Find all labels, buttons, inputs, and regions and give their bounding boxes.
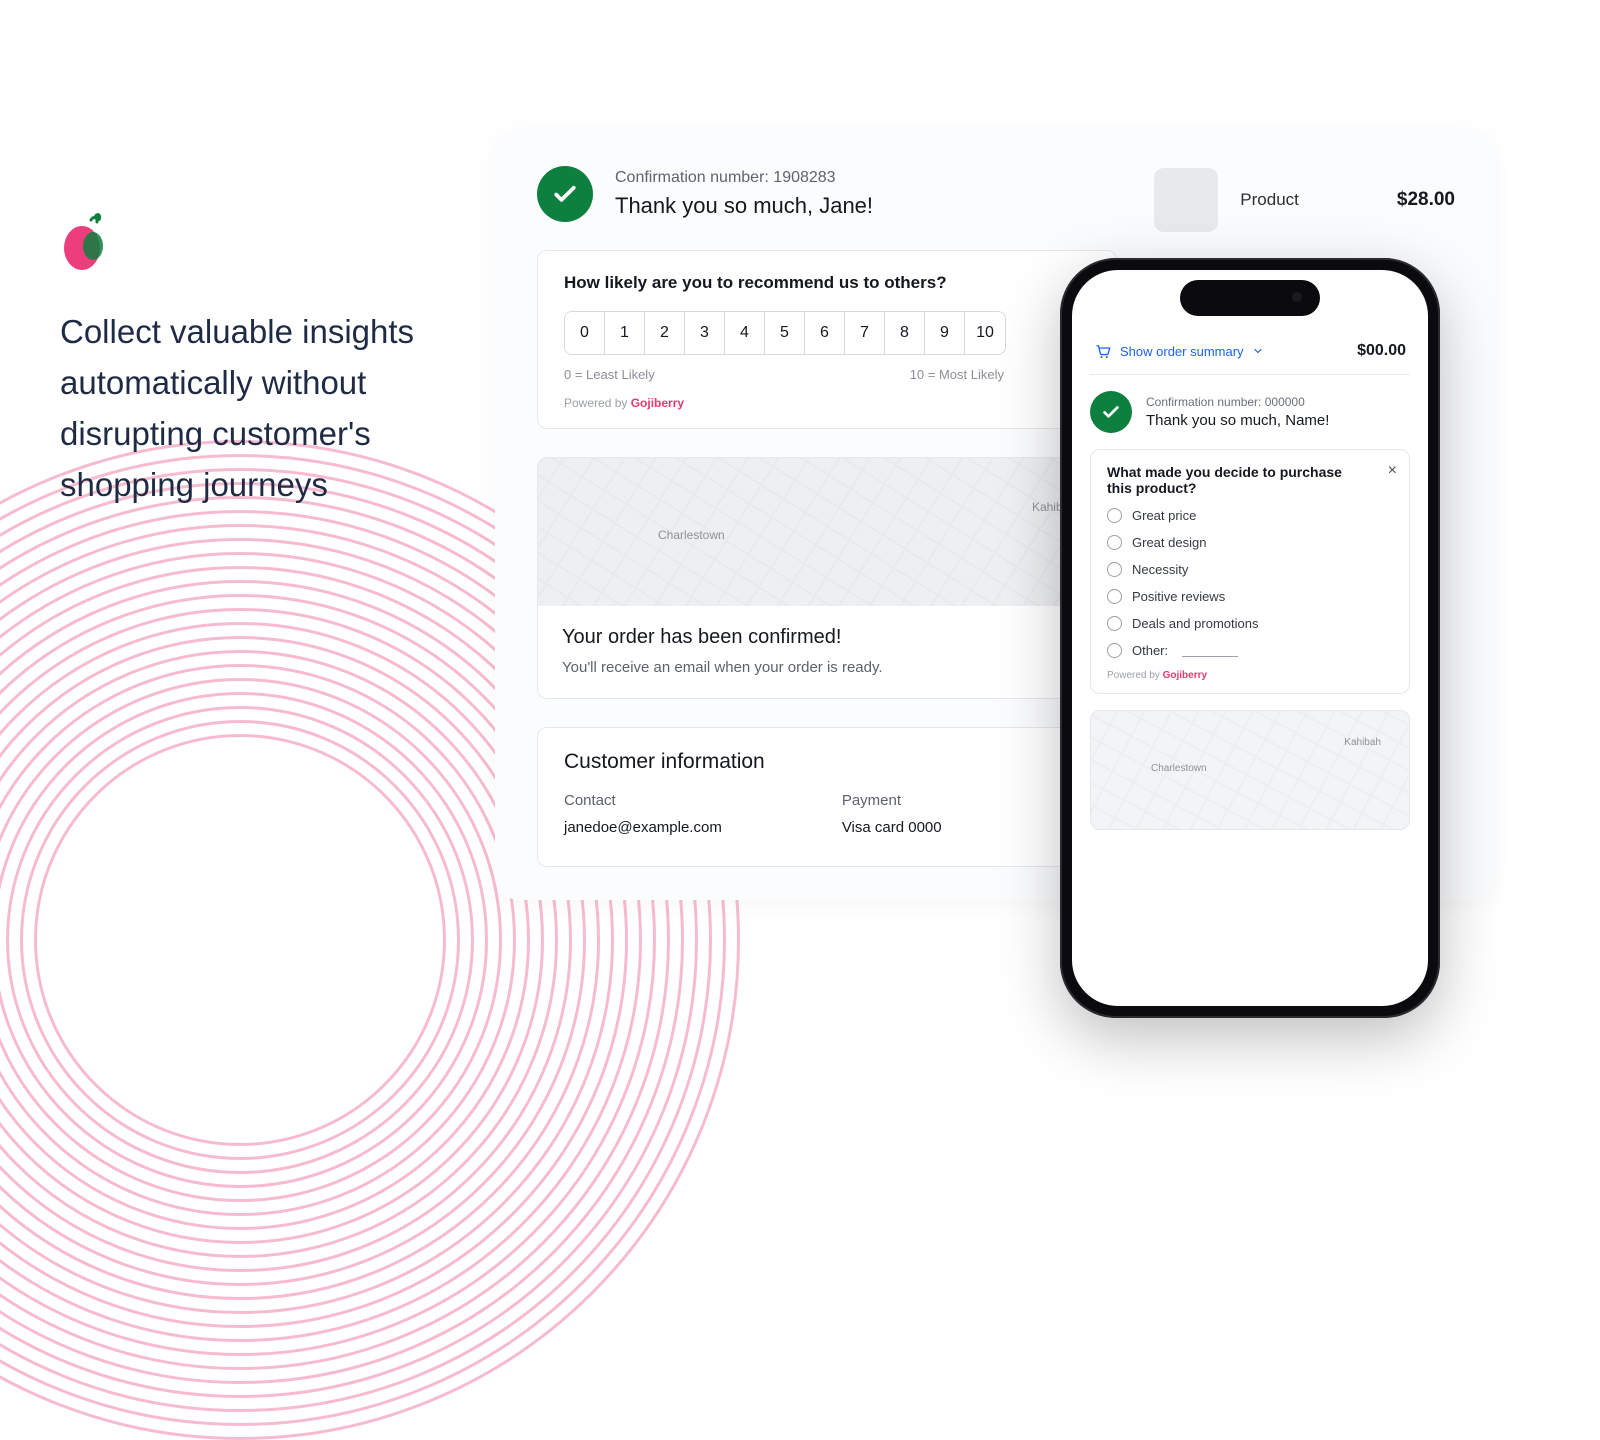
powered-by: Powered by Gojiberry [564,396,1090,410]
nps-legend-high: 10 = Most Likely [910,367,1004,382]
product-price: $28.00 [1397,189,1455,211]
powered-by: Powered by Gojiberry [1107,670,1393,681]
delivery-map: Charlestown Kahibah [538,458,1116,606]
contact-value: janedoe@example.com [564,819,722,836]
close-icon[interactable]: × [1388,462,1397,480]
brand-logo [60,210,112,272]
survey-option-0[interactable]: Great price [1107,508,1393,523]
product-thumbnail [1154,168,1218,232]
survey-option-label: Necessity [1132,562,1188,577]
delivery-map: Charlestown Kahibah [1090,710,1410,830]
survey-option-2[interactable]: Necessity [1107,562,1393,577]
success-check-icon [1090,391,1132,433]
nps-score-7[interactable]: 7 [845,312,885,354]
confirmation-number: Confirmation number: 1908283 [615,169,873,187]
phone-mockup: Show order summary $00.00 Confirmation n… [1060,258,1440,1018]
nps-score-9[interactable]: 9 [925,312,965,354]
survey-option-label: Great design [1132,535,1206,550]
nps-score-10[interactable]: 10 [965,312,1005,354]
survey-option-other[interactable]: Other: [1107,643,1393,658]
survey-option-1[interactable]: Great design [1107,535,1393,550]
nps-legend-low: 0 = Least Likely [564,367,655,382]
marketing-headline: Collect valuable insights automatically … [60,306,480,511]
other-input-line[interactable] [1182,645,1238,657]
survey-option-label: Other: [1132,643,1168,658]
survey-option-label: Positive reviews [1132,589,1225,604]
order-confirmed-card: Charlestown Kahibah Your order has been … [537,457,1117,699]
payment-label: Payment [842,792,942,809]
survey-question: What made you decide to purchase this pr… [1107,464,1393,496]
radio-icon [1107,535,1122,550]
survey-option-3[interactable]: Positive reviews [1107,589,1393,604]
map-label-right: Kahibah [1344,737,1381,748]
product-label: Product [1240,190,1299,210]
radio-icon [1107,589,1122,604]
radio-icon [1107,643,1122,658]
nps-score-5[interactable]: 5 [765,312,805,354]
map-label-left: Charlestown [658,528,725,542]
nps-survey-card: How likely are you to recommend us to ot… [537,250,1117,429]
order-summary-toggle[interactable]: Show order summary $00.00 [1090,332,1410,375]
nps-score-2[interactable]: 2 [645,312,685,354]
customer-info-card: Customer information Contact janedoe@exa… [537,727,1117,867]
order-summary-label: Show order summary [1120,344,1244,359]
order-confirmed-body: You'll receive an email when your order … [562,659,1092,676]
survey-option-label: Great price [1132,508,1196,523]
confirmation-number: Confirmation number: 000000 [1146,395,1329,409]
thank-you-heading: Thank you so much, Jane! [615,193,873,219]
nps-score-1[interactable]: 1 [605,312,645,354]
nps-score-3[interactable]: 3 [685,312,725,354]
nps-score-0[interactable]: 0 [565,312,605,354]
nps-score-6[interactable]: 6 [805,312,845,354]
nps-question: How likely are you to recommend us to ot… [564,273,1090,293]
phone-notch [1180,280,1320,316]
cart-icon [1094,342,1112,360]
radio-icon [1107,616,1122,631]
nps-scale: 012345678910 [564,311,1006,355]
radio-icon [1107,508,1122,523]
order-summary-price: $00.00 [1357,342,1406,360]
payment-value: Visa card 0000 [842,819,942,836]
nps-score-4[interactable]: 4 [725,312,765,354]
chevron-down-icon [1252,345,1264,357]
success-check-icon [537,166,593,222]
purchase-reason-card: What made you decide to purchase this pr… [1090,449,1410,694]
thank-you-heading: Thank you so much, Name! [1146,412,1329,429]
survey-option-4[interactable]: Deals and promotions [1107,616,1393,631]
radio-icon [1107,562,1122,577]
order-confirmed-title: Your order has been confirmed! [562,626,1092,649]
nps-score-8[interactable]: 8 [885,312,925,354]
map-label-left: Charlestown [1151,763,1207,774]
survey-option-label: Deals and promotions [1132,616,1258,631]
contact-label: Contact [564,792,722,809]
customer-info-heading: Customer information [564,750,1090,774]
